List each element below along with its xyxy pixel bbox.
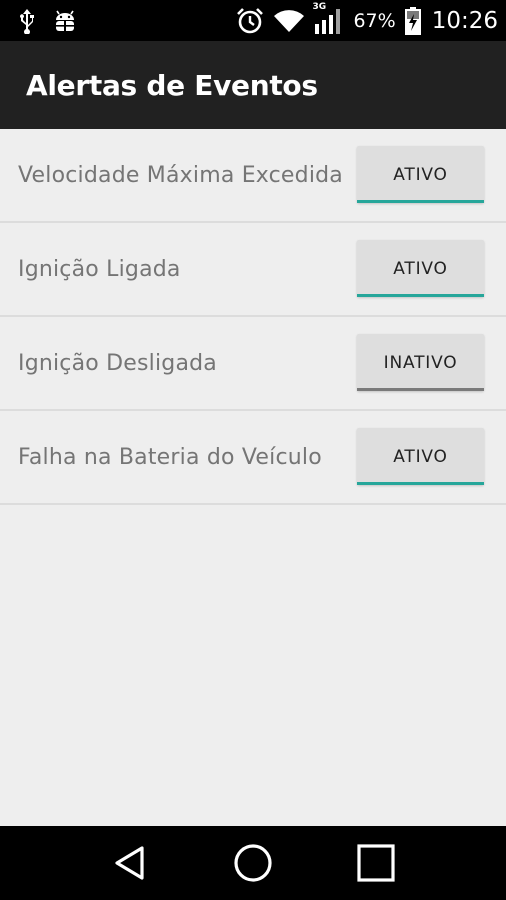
alert-toggle-button[interactable]: ATIVO [357,240,484,297]
toggle-label: ATIVO [393,164,448,185]
network-type: 3G [312,1,327,12]
alert-toggle-button[interactable]: ATIVO [357,146,484,203]
alert-label: Velocidade Máxima Excedida [18,162,343,188]
alert-row-ignicao-desligada: Ignição Desligada INATIVO [0,317,506,411]
page-title: Alertas de Eventos [26,68,318,102]
alert-row-ignicao-ligada: Ignição Ligada ATIVO [0,223,506,317]
navigation-bar [0,826,506,900]
back-button[interactable] [100,833,160,893]
recents-button[interactable] [346,833,406,893]
alert-label: Ignição Ligada [18,256,181,282]
toggle-label: INATIVO [383,352,458,373]
status-bar: 3G 67% 10:26 [0,0,506,41]
wifi-icon [273,8,305,34]
home-icon [234,844,272,882]
battery-percent: 67% [353,9,396,32]
status-left-icons [18,8,94,34]
clock: 10:26 [431,7,498,34]
recents-icon [357,844,395,882]
alarm-icon [235,6,265,36]
alert-toggle-button[interactable]: ATIVO [357,428,484,485]
signal-icon: 3G [312,2,345,36]
home-button[interactable] [223,833,283,893]
alert-row-falha-bateria: Falha na Bateria do Veículo ATIVO [0,411,506,505]
battery-charging-icon [404,6,422,36]
toggle-indicator [357,388,484,391]
app-bar: Alertas de Eventos [0,41,506,129]
alerts-list: Velocidade Máxima Excedida ATIVO Ignição… [0,129,506,505]
alert-toggle-button[interactable]: INATIVO [357,334,484,391]
usb-icon [18,8,36,34]
alert-label: Falha na Bateria do Veículo [18,444,322,470]
status-right-icons: 3G 67% 10:26 [227,2,498,36]
back-icon [115,846,144,880]
toggle-indicator [357,200,484,203]
toggle-label: ATIVO [393,446,448,467]
alert-row-velocidade-maxima: Velocidade Máxima Excedida ATIVO [0,129,506,223]
alert-label: Ignição Desligada [18,350,217,376]
toggle-label: ATIVO [393,258,448,279]
toggle-indicator [357,294,484,297]
toggle-indicator [357,482,484,485]
android-debug-icon [52,8,78,34]
